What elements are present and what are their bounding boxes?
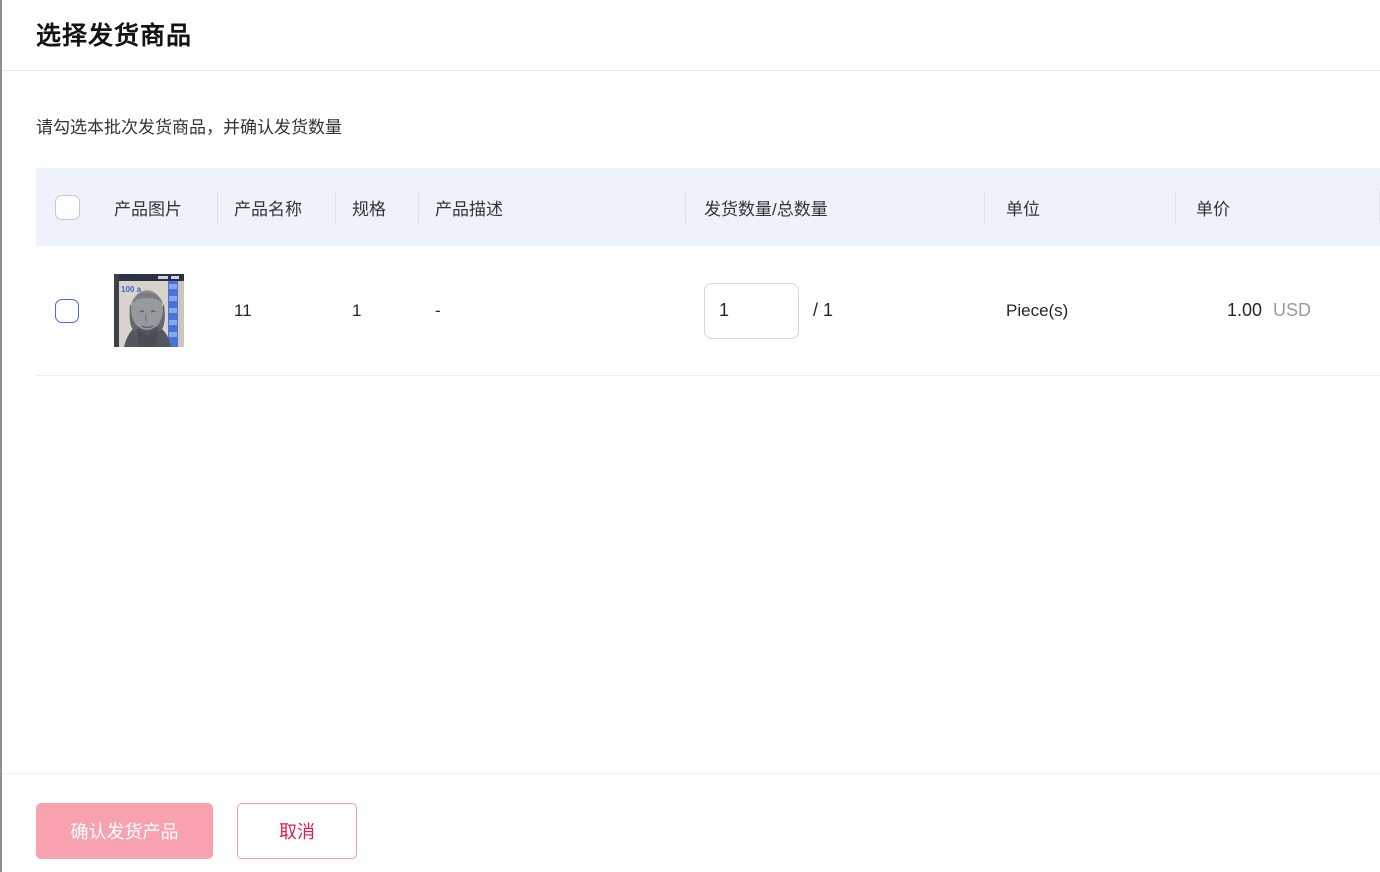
select-all-checkbox[interactable]: [55, 195, 80, 220]
product-spec: 1: [336, 246, 419, 375]
column-header-product-image: 产品图片: [98, 168, 218, 246]
svg-text:100 a: 100 a: [121, 285, 142, 294]
panel-left-edge: [0, 0, 2, 872]
page-title: 选择发货商品: [36, 16, 192, 52]
row-checkbox[interactable]: [55, 299, 79, 323]
product-description: -: [419, 246, 686, 375]
column-header-unit-price: 单价: [1176, 168, 1380, 246]
product-unit: Piece(s): [985, 246, 1176, 375]
product-image: 100 a: [114, 274, 184, 347]
price-currency: USD: [1273, 300, 1311, 321]
ship-quantity-input[interactable]: [704, 283, 799, 339]
ship-quantity-cell: / 1: [686, 246, 985, 375]
product-image-cell: 100 a: [98, 246, 218, 375]
column-header-product-name: 产品名称: [218, 168, 336, 246]
table-row: 100 a 11 1 -: [36, 246, 1380, 376]
column-header-spec: 规格: [336, 168, 419, 246]
header-checkbox-cell: [36, 168, 98, 246]
column-header-unit: 单位: [985, 168, 1176, 246]
column-header-ship-quantity: 发货数量/总数量: [686, 168, 985, 246]
row-checkbox-cell: [36, 246, 98, 375]
table-header-row: 产品图片 产品名称 规格 产品描述 发货数量/总数量 单位 单价: [36, 168, 1380, 246]
price-amount: 1.00: [1196, 300, 1262, 321]
confirm-ship-button[interactable]: 确认发货产品: [36, 803, 213, 859]
title-divider: [2, 70, 1380, 71]
total-quantity-label: / 1: [813, 300, 833, 321]
instruction-text: 请勾选本批次发货商品，并确认发货数量: [36, 113, 342, 138]
product-name: 11: [218, 246, 336, 375]
products-table: 产品图片 产品名称 规格 产品描述 发货数量/总数量 单位 单价 100 a: [36, 168, 1380, 376]
cancel-button[interactable]: 取消: [237, 803, 357, 859]
unit-price-cell: 1.00 USD: [1176, 246, 1380, 375]
footer-divider: [2, 773, 1380, 774]
column-header-description: 产品描述: [419, 168, 686, 246]
